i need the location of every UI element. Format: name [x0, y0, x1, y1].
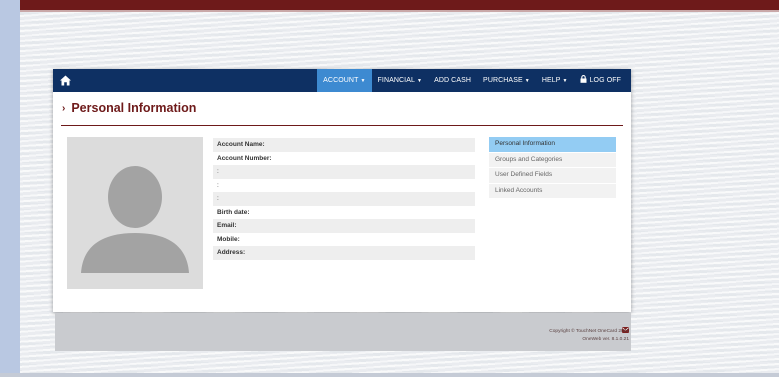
side-item-linked-accounts[interactable]: Linked Accounts: [489, 183, 616, 199]
top-brand-bar: [20, 0, 779, 10]
chevron-down-icon: ▼: [417, 78, 423, 84]
envelope-icon[interactable]: [622, 320, 629, 333]
nav-menu: ACCOUNT ▼ FINANCIAL ▼ ADD CASH PURCHASE ▼ H…: [317, 69, 627, 92]
bottom-edge: [0, 373, 779, 377]
field-address: Address:: [213, 246, 475, 260]
home-icon[interactable]: [59, 74, 72, 87]
nav-account-label: ACCOUNT: [323, 77, 359, 84]
side-item-user-defined-fields[interactable]: User Defined Fields: [489, 168, 616, 184]
nav-account[interactable]: ACCOUNT ▼: [317, 69, 372, 92]
nav-financial-label: FINANCIAL: [377, 77, 415, 84]
nav-financial[interactable]: FINANCIAL ▼: [372, 69, 429, 92]
avatar: [67, 137, 203, 289]
nav-purchase-label: PURCHASE: [483, 77, 523, 84]
field-label: Email:: [217, 222, 237, 229]
page-title: Personal Information: [71, 101, 197, 115]
field-label: :: [217, 181, 219, 189]
field-custom-3: :: [213, 192, 475, 206]
title-divider: [61, 125, 623, 126]
nav-help-label: HELP: [541, 77, 561, 84]
field-birth-date: Birth date:: [213, 205, 475, 219]
profile-fields: Account Name: Account Number: : : : Birt…: [213, 138, 475, 260]
profile-side-menu: Personal Information Groups and Categori…: [489, 137, 616, 199]
field-label: Account Number:: [217, 154, 272, 162]
field-label: Account Name:: [217, 141, 265, 148]
field-mobile: Mobile:: [213, 232, 475, 246]
field-account-number: Account Number:: [213, 151, 475, 165]
nav-log-off-label: LOG OFF: [589, 77, 621, 84]
field-label: Mobile:: [217, 235, 240, 243]
side-item-personal-information[interactable]: Personal Information: [489, 137, 616, 153]
lock-icon: [580, 70, 587, 93]
chevron-right-icon: ›: [62, 102, 66, 114]
content-card: ACCOUNT ▼ FINANCIAL ▼ ADD CASH PURCHASE ▼ H…: [53, 69, 631, 312]
field-account-name: Account Name:: [213, 138, 475, 152]
top-brand-bar-accent: [20, 10, 779, 12]
nav-help[interactable]: HELP ▼: [536, 69, 574, 92]
footer-copyright: Copyright © TouchNet OneCard 2021: [549, 329, 629, 334]
footer-version: OneWeb ver. 8.1.0.21: [582, 337, 629, 342]
side-item-groups-and-categories[interactable]: Groups and Categories: [489, 152, 616, 168]
main-navbar: ACCOUNT ▼ FINANCIAL ▼ ADD CASH PURCHASE ▼ H…: [53, 69, 631, 92]
field-email: Email:: [213, 219, 475, 233]
field-label: Address:: [217, 249, 246, 256]
field-custom-1: :: [213, 165, 475, 179]
nav-purchase[interactable]: PURCHASE ▼: [477, 69, 536, 92]
chevron-down-icon: ▼: [360, 78, 366, 84]
nav-add-cash-label: ADD CASH: [434, 77, 472, 84]
page-footer: Copyright © TouchNet OneCard 2021 OneWeb…: [55, 313, 631, 351]
nav-log-off[interactable]: LOG OFF: [574, 69, 627, 92]
field-custom-2: :: [213, 178, 475, 192]
field-label: :: [217, 195, 219, 202]
user-silhouette-icon: [81, 166, 189, 273]
page-title-row: › Personal Information: [62, 100, 196, 116]
nav-add-cash[interactable]: ADD CASH: [428, 69, 477, 92]
chevron-down-icon: ▼: [524, 78, 530, 84]
chevron-down-icon: ▼: [562, 78, 568, 84]
field-label: Birth date:: [217, 208, 250, 216]
field-label: :: [217, 168, 219, 175]
